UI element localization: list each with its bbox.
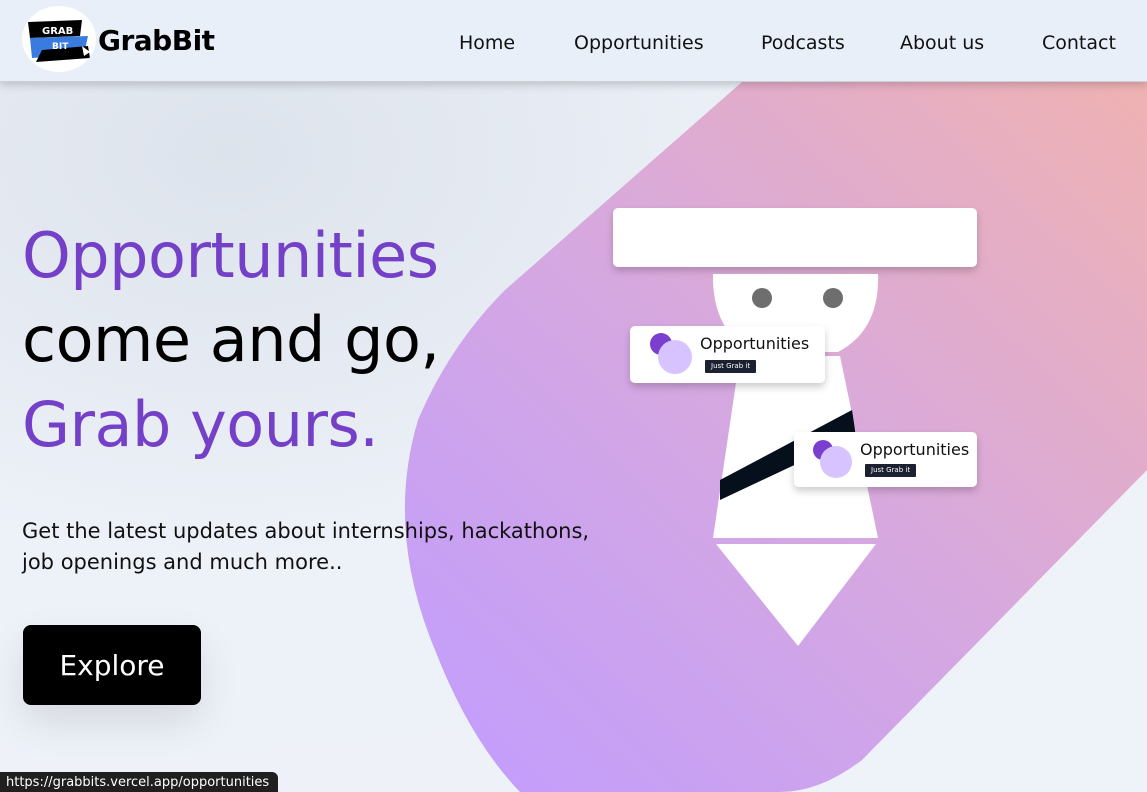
hero-headline-line3: Grab yours.	[22, 388, 379, 461]
nav-opportunities[interactable]: Opportunities	[574, 32, 704, 54]
card2-grab-button[interactable]: Just Grab it	[865, 464, 917, 477]
nav-about-us[interactable]: About us	[900, 32, 984, 54]
collar-bar	[613, 208, 977, 267]
nav-contact[interactable]: Contact	[1042, 32, 1116, 54]
card2-title: Opportunities	[860, 440, 970, 459]
logo-text-bottom: BIT	[52, 42, 69, 52]
logo-text-top: GRAB	[42, 26, 73, 37]
nav-home[interactable]: Home	[459, 32, 515, 54]
grabbit-logo-icon[interactable]: GRAB BIT	[22, 6, 96, 72]
brand-name[interactable]: GrabBit	[98, 24, 215, 57]
hero-headline-line1: Opportunities	[22, 219, 439, 292]
status-bar-url: https://grabbits.vercel.app/opportunitie…	[0, 772, 279, 792]
top-navbar: GRAB BIT GrabBit Home Opportunities Podc…	[0, 0, 1147, 82]
card1-grab-button[interactable]: Just Grab it	[705, 360, 757, 373]
card1-title: Opportunities	[700, 334, 810, 353]
tie-eye-left	[752, 288, 772, 308]
hero-headline-line2: come and go,	[22, 303, 440, 376]
explore-button[interactable]: Explore	[23, 625, 201, 705]
hero-subcopy: Get the latest updates about internships…	[22, 519, 590, 574]
tie-eye-right	[823, 288, 843, 308]
nav-podcasts[interactable]: Podcasts	[761, 32, 845, 54]
